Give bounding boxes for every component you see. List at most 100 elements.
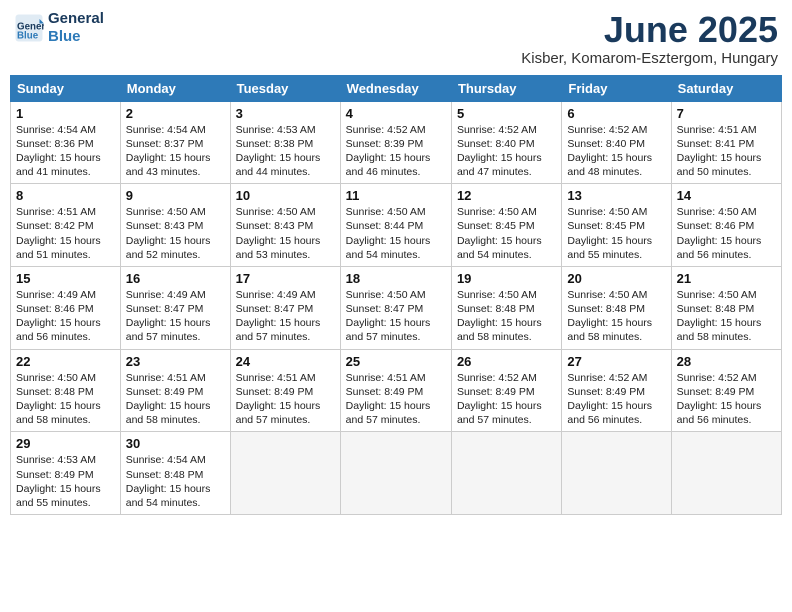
calendar-cell: 22 Sunrise: 4:50 AMSunset: 8:48 PMDaylig… — [11, 349, 121, 432]
day-number: 14 — [677, 188, 776, 203]
day-info: Sunrise: 4:49 AMSunset: 8:47 PMDaylight:… — [236, 288, 335, 345]
calendar-cell: 12 Sunrise: 4:50 AMSunset: 8:45 PMDaylig… — [451, 184, 561, 267]
calendar-cell: 2 Sunrise: 4:54 AMSunset: 8:37 PMDayligh… — [120, 101, 230, 184]
day-info: Sunrise: 4:50 AMSunset: 8:48 PMDaylight:… — [16, 371, 115, 428]
calendar-cell: 8 Sunrise: 4:51 AMSunset: 8:42 PMDayligh… — [11, 184, 121, 267]
day-info: Sunrise: 4:52 AMSunset: 8:49 PMDaylight:… — [677, 371, 776, 428]
day-info: Sunrise: 4:54 AMSunset: 8:48 PMDaylight:… — [126, 453, 225, 510]
day-number: 1 — [16, 106, 115, 121]
day-number: 3 — [236, 106, 335, 121]
weekday-header-monday: Monday — [120, 75, 230, 101]
weekday-header-thursday: Thursday — [451, 75, 561, 101]
calendar-cell: 18 Sunrise: 4:50 AMSunset: 8:47 PMDaylig… — [340, 266, 451, 349]
day-info: Sunrise: 4:51 AMSunset: 8:42 PMDaylight:… — [16, 205, 115, 262]
day-number: 30 — [126, 436, 225, 451]
day-info: Sunrise: 4:51 AMSunset: 8:49 PMDaylight:… — [126, 371, 225, 428]
day-info: Sunrise: 4:49 AMSunset: 8:46 PMDaylight:… — [16, 288, 115, 345]
calendar-cell: 21 Sunrise: 4:50 AMSunset: 8:48 PMDaylig… — [671, 266, 781, 349]
day-number: 6 — [567, 106, 665, 121]
calendar-cell: 3 Sunrise: 4:53 AMSunset: 8:38 PMDayligh… — [230, 101, 340, 184]
day-number: 24 — [236, 354, 335, 369]
day-info: Sunrise: 4:50 AMSunset: 8:43 PMDaylight:… — [126, 205, 225, 262]
calendar-cell: 19 Sunrise: 4:50 AMSunset: 8:48 PMDaylig… — [451, 266, 561, 349]
calendar-cell: 11 Sunrise: 4:50 AMSunset: 8:44 PMDaylig… — [340, 184, 451, 267]
svg-text:Blue: Blue — [17, 31, 39, 42]
page-header: General Blue General Blue June 2025 Kisb… — [10, 10, 782, 67]
day-info: Sunrise: 4:51 AMSunset: 8:41 PMDaylight:… — [677, 123, 776, 180]
day-number: 2 — [126, 106, 225, 121]
weekday-header-friday: Friday — [562, 75, 671, 101]
day-info: Sunrise: 4:52 AMSunset: 8:49 PMDaylight:… — [567, 371, 665, 428]
day-info: Sunrise: 4:50 AMSunset: 8:46 PMDaylight:… — [677, 205, 776, 262]
day-number: 15 — [16, 271, 115, 286]
weekday-header-tuesday: Tuesday — [230, 75, 340, 101]
day-info: Sunrise: 4:50 AMSunset: 8:43 PMDaylight:… — [236, 205, 335, 262]
day-number: 4 — [346, 106, 446, 121]
day-number: 29 — [16, 436, 115, 451]
logo-line2: Blue — [48, 28, 104, 46]
day-info: Sunrise: 4:50 AMSunset: 8:45 PMDaylight:… — [567, 205, 665, 262]
day-number: 16 — [126, 271, 225, 286]
day-number: 8 — [16, 188, 115, 203]
calendar-cell: 7 Sunrise: 4:51 AMSunset: 8:41 PMDayligh… — [671, 101, 781, 184]
month-title: June 2025 — [521, 10, 778, 50]
day-info: Sunrise: 4:49 AMSunset: 8:47 PMDaylight:… — [126, 288, 225, 345]
day-number: 18 — [346, 271, 446, 286]
calendar-cell: 29 Sunrise: 4:53 AMSunset: 8:49 PMDaylig… — [11, 432, 121, 515]
day-info: Sunrise: 4:52 AMSunset: 8:49 PMDaylight:… — [457, 371, 556, 428]
calendar-cell: 9 Sunrise: 4:50 AMSunset: 8:43 PMDayligh… — [120, 184, 230, 267]
calendar-cell: 13 Sunrise: 4:50 AMSunset: 8:45 PMDaylig… — [562, 184, 671, 267]
calendar-cell: 24 Sunrise: 4:51 AMSunset: 8:49 PMDaylig… — [230, 349, 340, 432]
weekday-header-sunday: Sunday — [11, 75, 121, 101]
calendar-cell: 27 Sunrise: 4:52 AMSunset: 8:49 PMDaylig… — [562, 349, 671, 432]
calendar-cell: 5 Sunrise: 4:52 AMSunset: 8:40 PMDayligh… — [451, 101, 561, 184]
day-info: Sunrise: 4:50 AMSunset: 8:48 PMDaylight:… — [567, 288, 665, 345]
day-info: Sunrise: 4:53 AMSunset: 8:38 PMDaylight:… — [236, 123, 335, 180]
day-info: Sunrise: 4:54 AMSunset: 8:36 PMDaylight:… — [16, 123, 115, 180]
logo-line1: General — [48, 10, 104, 28]
day-info: Sunrise: 4:53 AMSunset: 8:49 PMDaylight:… — [16, 453, 115, 510]
day-number: 9 — [126, 188, 225, 203]
day-number: 17 — [236, 271, 335, 286]
day-info: Sunrise: 4:50 AMSunset: 8:44 PMDaylight:… — [346, 205, 446, 262]
day-info: Sunrise: 4:51 AMSunset: 8:49 PMDaylight:… — [346, 371, 446, 428]
calendar-cell — [230, 432, 340, 515]
logo-icon: General Blue — [14, 13, 44, 43]
day-info: Sunrise: 4:50 AMSunset: 8:48 PMDaylight:… — [457, 288, 556, 345]
calendar-table: SundayMondayTuesdayWednesdayThursdayFrid… — [10, 75, 782, 515]
calendar-cell: 10 Sunrise: 4:50 AMSunset: 8:43 PMDaylig… — [230, 184, 340, 267]
calendar-cell: 4 Sunrise: 4:52 AMSunset: 8:39 PMDayligh… — [340, 101, 451, 184]
day-info: Sunrise: 4:54 AMSunset: 8:37 PMDaylight:… — [126, 123, 225, 180]
calendar-cell — [671, 432, 781, 515]
calendar-cell: 14 Sunrise: 4:50 AMSunset: 8:46 PMDaylig… — [671, 184, 781, 267]
weekday-header-wednesday: Wednesday — [340, 75, 451, 101]
calendar-cell: 20 Sunrise: 4:50 AMSunset: 8:48 PMDaylig… — [562, 266, 671, 349]
calendar-cell: 17 Sunrise: 4:49 AMSunset: 8:47 PMDaylig… — [230, 266, 340, 349]
day-number: 7 — [677, 106, 776, 121]
calendar-cell: 16 Sunrise: 4:49 AMSunset: 8:47 PMDaylig… — [120, 266, 230, 349]
day-info: Sunrise: 4:52 AMSunset: 8:39 PMDaylight:… — [346, 123, 446, 180]
day-number: 28 — [677, 354, 776, 369]
day-number: 5 — [457, 106, 556, 121]
location: Kisber, Komarom-Esztergom, Hungary — [521, 50, 778, 67]
day-info: Sunrise: 4:52 AMSunset: 8:40 PMDaylight:… — [567, 123, 665, 180]
calendar-cell: 1 Sunrise: 4:54 AMSunset: 8:36 PMDayligh… — [11, 101, 121, 184]
calendar-cell — [451, 432, 561, 515]
calendar-cell: 23 Sunrise: 4:51 AMSunset: 8:49 PMDaylig… — [120, 349, 230, 432]
title-block: June 2025 Kisber, Komarom-Esztergom, Hun… — [521, 10, 778, 67]
day-number: 23 — [126, 354, 225, 369]
day-number: 10 — [236, 188, 335, 203]
day-number: 27 — [567, 354, 665, 369]
day-number: 13 — [567, 188, 665, 203]
day-number: 12 — [457, 188, 556, 203]
day-info: Sunrise: 4:52 AMSunset: 8:40 PMDaylight:… — [457, 123, 556, 180]
day-number: 11 — [346, 188, 446, 203]
day-number: 26 — [457, 354, 556, 369]
day-number: 19 — [457, 271, 556, 286]
day-number: 21 — [677, 271, 776, 286]
calendar-cell: 26 Sunrise: 4:52 AMSunset: 8:49 PMDaylig… — [451, 349, 561, 432]
day-number: 20 — [567, 271, 665, 286]
calendar-cell: 30 Sunrise: 4:54 AMSunset: 8:48 PMDaylig… — [120, 432, 230, 515]
weekday-header-saturday: Saturday — [671, 75, 781, 101]
calendar-cell: 28 Sunrise: 4:52 AMSunset: 8:49 PMDaylig… — [671, 349, 781, 432]
